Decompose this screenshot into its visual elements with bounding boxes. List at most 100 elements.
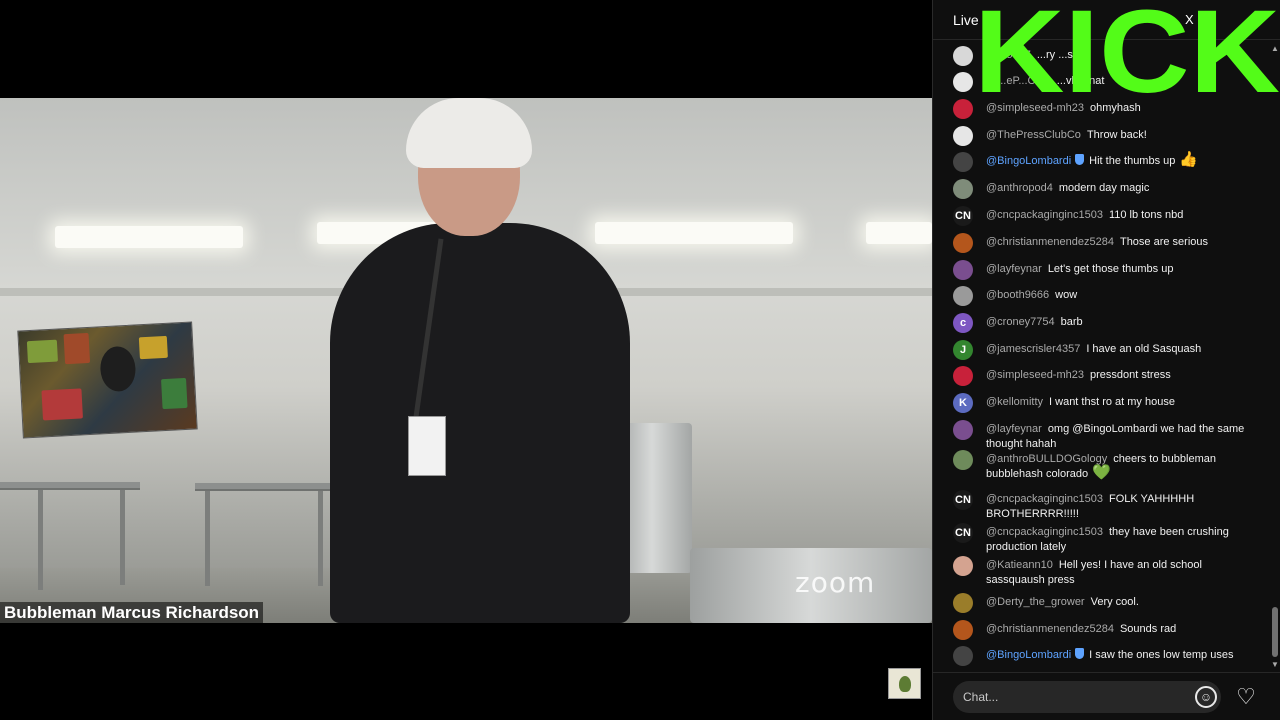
chat-scrollbar[interactable]: ▲ ▼ bbox=[1271, 42, 1279, 670]
chat-message-body: @booth9666 wow bbox=[986, 288, 1261, 303]
avatar[interactable] bbox=[953, 420, 973, 440]
avatar[interactable] bbox=[953, 46, 973, 66]
emoji-picker-button[interactable]: ☺ bbox=[1195, 686, 1217, 708]
avatar[interactable]: CN bbox=[953, 490, 973, 510]
chat-author[interactable]: @jamescrisler4357 bbox=[986, 343, 1080, 355]
chat-message[interactable]: @BingoLombardi Hit the thumbs up 👍 bbox=[933, 152, 1263, 172]
chat-text: Very cool. bbox=[1090, 596, 1139, 608]
chat-text: 110 lb tons nbd bbox=[1108, 209, 1184, 221]
scroll-thumb[interactable] bbox=[1272, 607, 1278, 657]
chat-message[interactable]: @booth9666 wow bbox=[933, 286, 1263, 306]
chat-message[interactable]: @Katieann10 Hell yes! I have an old schoo… bbox=[933, 556, 1263, 588]
heart-icon: ♡ bbox=[1236, 684, 1256, 709]
chat-author[interactable]: @croney7754 bbox=[986, 316, 1055, 328]
avatar[interactable] bbox=[953, 99, 973, 119]
chat-author[interactable]: @BingoLombardi bbox=[986, 649, 1071, 661]
table-leg bbox=[120, 490, 125, 585]
chat-text: Let's get those thumbs up bbox=[1047, 263, 1174, 275]
avatar[interactable]: CN bbox=[953, 523, 973, 543]
chat-message[interactable]: @christianmenendez5284 Those are serious bbox=[933, 233, 1263, 253]
chat-author[interactable]: @kellomitty bbox=[986, 396, 1043, 408]
chat-message[interactable]: CN @cncpackaginginc1503 110 lb tons nbd bbox=[933, 206, 1263, 226]
chat-message[interactable]: @Derty_the_grower Very cool. bbox=[933, 593, 1263, 613]
chat-message[interactable]: K @kellomitty I want thst ro at my house bbox=[933, 393, 1263, 413]
zoom-watermark: zoom bbox=[795, 566, 876, 599]
chat-text: Those are serious bbox=[1119, 236, 1209, 248]
avatar[interactable] bbox=[953, 72, 973, 92]
chat-author[interactable]: @cncpackaginginc1503 bbox=[986, 209, 1103, 221]
chat-author[interactable]: @christianmenendez5284 bbox=[986, 236, 1114, 248]
chat-message-body: @cncpackaginginc1503 they have been crush… bbox=[986, 525, 1261, 555]
chat-message[interactable]: J @jamescrisler4357 I have an old Sasquash bbox=[933, 340, 1263, 360]
avatar[interactable]: J bbox=[953, 340, 973, 360]
chat-author[interactable]: @layfeynar bbox=[986, 263, 1042, 275]
avatar[interactable] bbox=[953, 620, 973, 640]
chat-message[interactable]: @layfeynar omg @BingoLombardi we had the … bbox=[933, 420, 1263, 452]
live-chat-panel: Live X @...5517 ...ry ...s @...eP...Co....… bbox=[932, 0, 1280, 720]
chat-author[interactable]: @anthroBULLDOGology bbox=[986, 453, 1107, 465]
moderator-shield-icon bbox=[1075, 154, 1085, 165]
table-leg bbox=[318, 491, 323, 586]
avatar[interactable] bbox=[953, 260, 973, 280]
chat-text: pressdont stress bbox=[1090, 369, 1171, 381]
chat-text: Hit the thumbs up bbox=[1089, 155, 1176, 167]
avatar[interactable] bbox=[953, 366, 973, 386]
chat-message-body: @christianmenendez5284 Sounds rad bbox=[986, 622, 1261, 637]
avatar[interactable] bbox=[953, 233, 973, 253]
chat-message[interactable]: @anthroBULLDOGology cheers to bubbleman b… bbox=[933, 450, 1263, 482]
avatar[interactable]: c bbox=[953, 313, 973, 333]
chat-message[interactable]: c @croney7754 barb bbox=[933, 313, 1263, 333]
chat-author[interactable]: @anthropod4 bbox=[986, 182, 1053, 194]
chat-author[interactable]: @booth9666 bbox=[986, 289, 1049, 301]
moderator-shield-icon bbox=[1075, 648, 1085, 659]
table-leg bbox=[205, 491, 210, 586]
avatar[interactable] bbox=[953, 152, 973, 172]
avatar[interactable]: K bbox=[953, 393, 973, 413]
chat-message-list: @...5517 ...ry ...s @...eP...Co... ...vle..… bbox=[933, 42, 1280, 670]
avatar[interactable] bbox=[953, 556, 973, 576]
chat-message[interactable]: @simpleseed-mh23 pressdont stress bbox=[933, 366, 1263, 386]
avatar[interactable] bbox=[953, 593, 973, 613]
ceiling-light bbox=[595, 222, 793, 244]
chat-message-body: @anthropod4 modern day magic bbox=[986, 181, 1261, 196]
chat-author[interactable]: @ThePressClubCo bbox=[986, 129, 1081, 141]
chat-author[interactable]: @BingoLombardi bbox=[986, 155, 1071, 167]
chat-author[interactable]: @Katieann10 bbox=[986, 559, 1053, 571]
chat-message-body: @croney7754 barb bbox=[986, 315, 1261, 330]
avatar[interactable] bbox=[953, 450, 973, 470]
chat-message[interactable]: @layfeynar Let's get those thumbs up bbox=[933, 260, 1263, 280]
chat-author[interactable]: @cncpackaginginc1503 bbox=[986, 526, 1103, 538]
heart-button[interactable]: ♡ bbox=[1233, 684, 1259, 710]
chat-author[interactable]: @simpleseed-mh23 bbox=[986, 102, 1084, 114]
chat-message[interactable]: @christianmenendez5284 Sounds rad bbox=[933, 620, 1263, 640]
chat-message-body: @Katieann10 Hell yes! I have an old schoo… bbox=[986, 558, 1261, 588]
avatar[interactable] bbox=[953, 646, 973, 666]
avatar[interactable] bbox=[953, 179, 973, 199]
chat-author[interactable]: @layfeynar bbox=[986, 423, 1042, 435]
chat-author[interactable]: @cncpackaginginc1503 bbox=[986, 493, 1103, 505]
chat-text: ohmyhash bbox=[1090, 102, 1141, 114]
stream-page: Bubbleman Marcus Richardson zoom Live X … bbox=[0, 0, 1280, 720]
video-player[interactable]: Bubbleman Marcus Richardson zoom bbox=[0, 0, 932, 720]
chat-message-body: @BingoLombardi Hit the thumbs up 👍 bbox=[986, 152, 1261, 169]
chat-text: I want thst ro at my house bbox=[1049, 396, 1175, 408]
chat-author[interactable]: @simpleseed-mh23 bbox=[986, 369, 1084, 381]
chat-message-body: @ThePressClubCo Throw back! bbox=[986, 128, 1261, 143]
chat-message[interactable]: CN @cncpackaginginc1503 FOLK YAHHHHH BROTH… bbox=[933, 490, 1263, 522]
chat-message-body: @layfeynar Let's get those thumbs up bbox=[986, 262, 1261, 277]
chat-message[interactable]: @ThePressClubCo Throw back! bbox=[933, 126, 1263, 146]
steel-table bbox=[0, 482, 140, 490]
table-leg bbox=[38, 490, 43, 590]
chat-input[interactable] bbox=[953, 681, 1221, 713]
avatar[interactable]: CN bbox=[953, 206, 973, 226]
chat-message[interactable]: @simpleseed-mh23 ohmyhash bbox=[933, 99, 1263, 119]
chat-message[interactable]: CN @cncpackaginginc1503 they have been cru… bbox=[933, 523, 1263, 555]
chat-message[interactable]: @BingoLombardi I saw the ones low temp us… bbox=[933, 646, 1263, 666]
scroll-down-icon[interactable]: ▼ bbox=[1271, 660, 1279, 669]
ceiling-light bbox=[55, 226, 243, 248]
avatar[interactable] bbox=[953, 286, 973, 306]
chat-author[interactable]: @christianmenendez5284 bbox=[986, 623, 1114, 635]
chat-message[interactable]: @anthropod4 modern day magic bbox=[933, 179, 1263, 199]
chat-author[interactable]: @Derty_the_grower bbox=[986, 596, 1085, 608]
avatar[interactable] bbox=[953, 126, 973, 146]
